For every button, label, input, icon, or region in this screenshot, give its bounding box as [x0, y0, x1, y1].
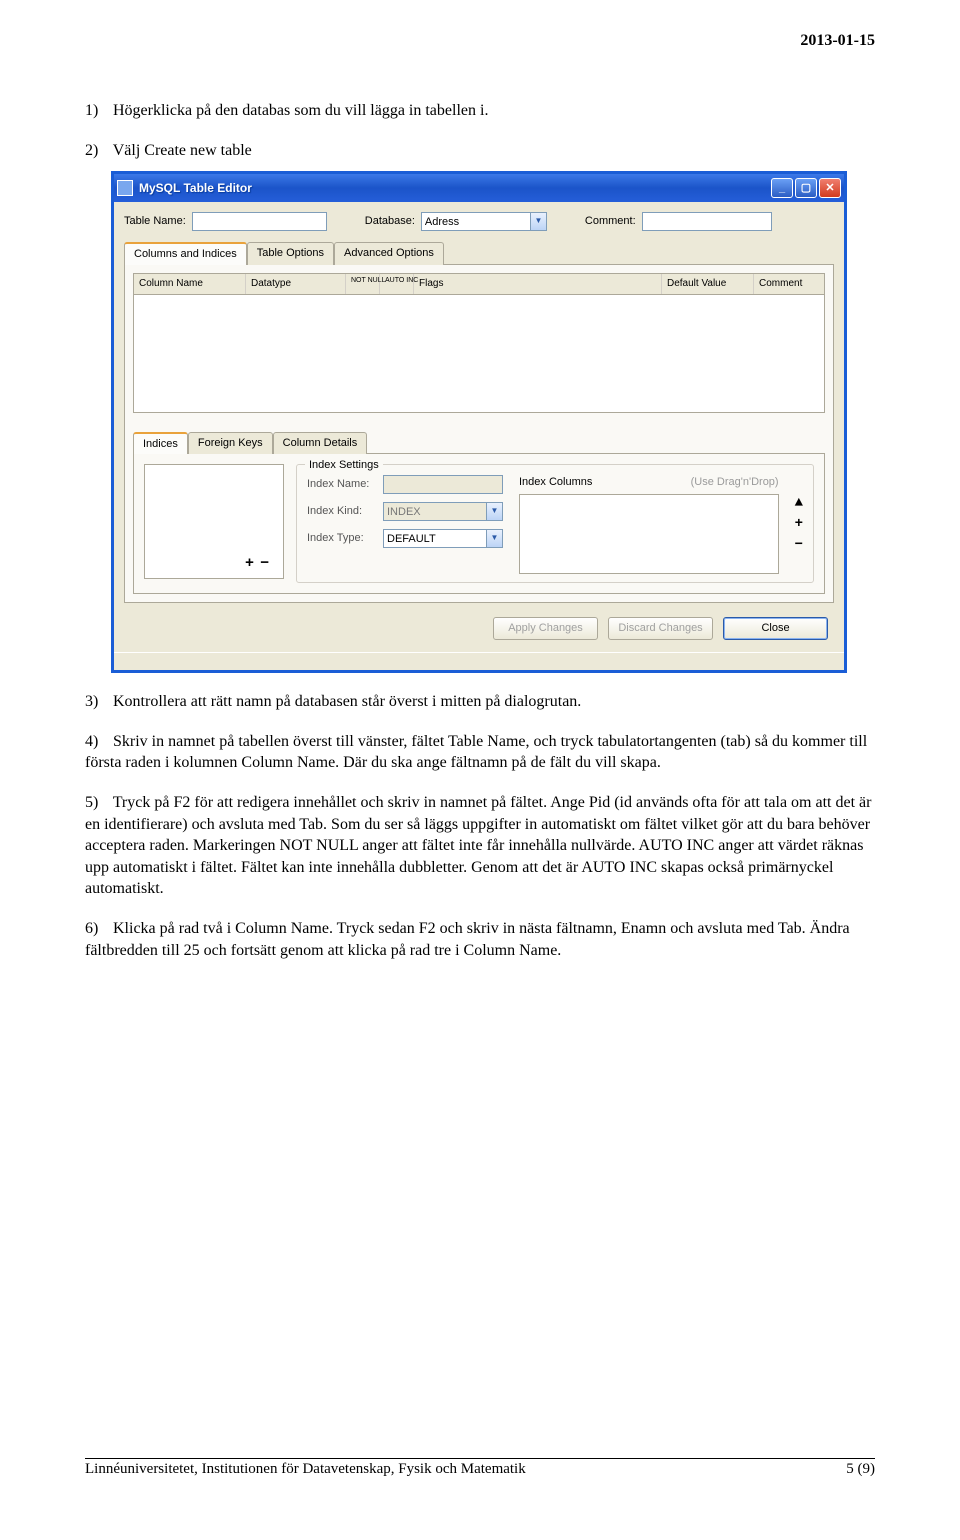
- table-name-input[interactable]: [192, 212, 327, 231]
- column-grid[interactable]: [133, 295, 825, 413]
- tab-column-details[interactable]: Column Details: [273, 432, 368, 455]
- index-name-label: Index Name:: [307, 477, 375, 492]
- index-columns-label: Index Columns: [519, 475, 592, 490]
- step-num: 6): [85, 918, 109, 940]
- col-flags[interactable]: Flags: [414, 274, 662, 294]
- apply-changes-button[interactable]: Apply Changes: [493, 617, 598, 640]
- dragndrop-hint: (Use Drag'n'Drop): [691, 475, 779, 490]
- tab-foreign-keys[interactable]: Foreign Keys: [188, 432, 273, 455]
- comment-input[interactable]: [642, 212, 772, 231]
- titlebar: MySQL Table Editor _ ▢ ✕: [114, 174, 844, 202]
- col-column-name[interactable]: Column Name: [134, 274, 246, 294]
- index-kind-value: [383, 502, 487, 521]
- index-settings-title: Index Settings: [305, 458, 383, 473]
- index-type-select[interactable]: ▼: [383, 529, 503, 548]
- move-up-button[interactable]: ▲: [795, 494, 803, 513]
- step-text: Välj Create new table: [113, 142, 252, 159]
- step-text: Klicka på rad två i Column Name. Tryck s…: [85, 920, 850, 959]
- index-type-label: Index Type:: [307, 531, 375, 546]
- comment-label: Comment:: [585, 214, 636, 229]
- step-3: 3) Kontrollera att rätt namn på database…: [85, 691, 875, 713]
- database-select-value[interactable]: [421, 212, 531, 231]
- chevron-down-icon[interactable]: ▼: [487, 502, 503, 521]
- col-datatype[interactable]: Datatype: [246, 274, 346, 294]
- index-type-value: [383, 529, 487, 548]
- table-name-label: Table Name:: [124, 214, 186, 229]
- footer-page-number: 5 (9): [846, 1461, 875, 1478]
- step-6: 6) Klicka på rad två i Column Name. Tryc…: [85, 918, 875, 961]
- index-name-input[interactable]: [383, 475, 503, 494]
- add-index-column-button[interactable]: +: [795, 515, 803, 534]
- close-button[interactable]: ✕: [819, 178, 841, 198]
- main-tabs: Columns and Indices Table Options Advanc…: [124, 241, 834, 265]
- tab-indices[interactable]: Indices: [133, 432, 188, 455]
- page-date: 2013-01-15: [800, 32, 875, 50]
- step-text: Tryck på F2 för att redigera innehållet …: [85, 794, 871, 897]
- step-1: 1) Högerklicka på den databas som du vil…: [85, 100, 875, 122]
- tab-advanced-options[interactable]: Advanced Options: [334, 242, 444, 265]
- chevron-down-icon[interactable]: ▼: [531, 212, 547, 231]
- col-not-null[interactable]: NOT NULL: [346, 274, 380, 294]
- mysql-table-editor-window: MySQL Table Editor _ ▢ ✕ Table Name: Dat…: [111, 171, 847, 673]
- index-columns-list[interactable]: [519, 494, 779, 574]
- step-2: 2) Välj Create new table MySQL Table Edi…: [85, 140, 875, 674]
- step-num: 4): [85, 731, 109, 753]
- minimize-button[interactable]: _: [771, 178, 793, 198]
- remove-index-column-button[interactable]: −: [795, 536, 803, 555]
- maximize-button[interactable]: ▢: [795, 178, 817, 198]
- step-num: 3): [85, 691, 109, 713]
- step-num: 5): [85, 792, 109, 814]
- tab-table-options[interactable]: Table Options: [247, 242, 334, 265]
- add-index-button[interactable]: +: [245, 555, 260, 572]
- index-list[interactable]: +−: [144, 464, 284, 579]
- discard-changes-button[interactable]: Discard Changes: [608, 617, 713, 640]
- col-comment[interactable]: Comment: [754, 274, 824, 294]
- step-5: 5) Tryck på F2 för att redigera innehåll…: [85, 792, 875, 900]
- step-num: 2): [85, 140, 109, 162]
- sub-tabs: Indices Foreign Keys Column Details: [133, 431, 825, 455]
- chevron-down-icon[interactable]: ▼: [487, 529, 503, 548]
- step-4: 4) Skriv in namnet på tabellen överst ti…: [85, 731, 875, 774]
- database-select[interactable]: ▼: [421, 212, 547, 231]
- index-kind-select[interactable]: ▼: [383, 502, 503, 521]
- tab-columns-and-indices[interactable]: Columns and Indices: [124, 242, 247, 265]
- col-default-value[interactable]: Default Value: [662, 274, 754, 294]
- close-dialog-button[interactable]: Close: [723, 617, 828, 640]
- step-num: 1): [85, 100, 109, 122]
- footer-institution: Linnéuniversitetet, Institutionen för Da…: [85, 1461, 526, 1478]
- index-kind-label: Index Kind:: [307, 504, 375, 519]
- col-auto-inc[interactable]: AUTO INC: [380, 274, 414, 294]
- app-icon: [117, 180, 133, 196]
- status-bar: [114, 652, 844, 670]
- step-text: Högerklicka på den databas som du vill l…: [113, 102, 488, 119]
- step-text: Kontrollera att rätt namn på databasen s…: [113, 693, 581, 710]
- step-text: Skriv in namnet på tabellen överst till …: [85, 733, 867, 772]
- column-grid-header: Column Name Datatype NOT NULL AUTO INC F…: [133, 273, 825, 295]
- remove-index-button[interactable]: −: [260, 555, 275, 572]
- window-title: MySQL Table Editor: [139, 180, 771, 196]
- database-label: Database:: [365, 214, 415, 229]
